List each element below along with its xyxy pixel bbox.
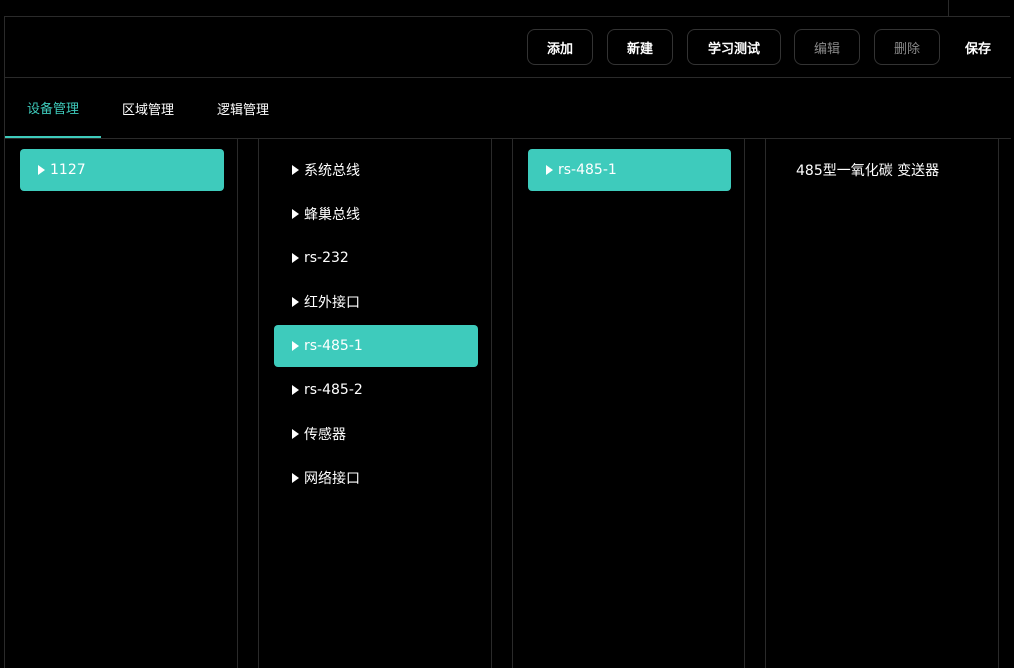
device-detail-column: 485型一氧化碳 变送器 bbox=[765, 139, 999, 668]
list-item-label: 1127 bbox=[50, 162, 86, 178]
device-column: 1127 bbox=[4, 139, 238, 668]
list-item-label: 蜂巢总线 bbox=[304, 207, 360, 223]
add-button[interactable]: 添加 bbox=[527, 29, 593, 65]
caret-right-icon bbox=[292, 473, 299, 483]
tab-logic-management[interactable]: 逻辑管理 bbox=[201, 78, 285, 138]
toolbar: 添加 新建 学习测试 编辑 删除 保存 bbox=[4, 17, 1011, 78]
list-item[interactable]: 蜂巢总线 bbox=[274, 193, 478, 235]
top-strip bbox=[4, 0, 1010, 17]
new-button[interactable]: 新建 bbox=[607, 29, 673, 65]
list-item[interactable]: 传感器 bbox=[274, 413, 478, 455]
list-item-label: rs-232 bbox=[304, 250, 349, 266]
tab-bar: 设备管理 区域管理 逻辑管理 bbox=[4, 78, 1011, 139]
top-strip-cell bbox=[948, 0, 1011, 16]
list-item[interactable]: rs-485-2 bbox=[274, 369, 478, 411]
list-item[interactable]: 系统总线 bbox=[274, 149, 478, 191]
caret-right-icon bbox=[292, 429, 299, 439]
caret-right-icon bbox=[292, 253, 299, 263]
caret-right-icon bbox=[38, 165, 45, 175]
caret-right-icon bbox=[292, 297, 299, 307]
tab-area-management[interactable]: 区域管理 bbox=[105, 78, 191, 138]
delete-button[interactable]: 删除 bbox=[874, 29, 940, 65]
caret-right-icon bbox=[292, 209, 299, 219]
list-item-label: rs-485-1 bbox=[304, 338, 363, 354]
caret-right-icon bbox=[546, 165, 553, 175]
list-item-label: 传感器 bbox=[304, 427, 346, 443]
list-item-label: 网络接口 bbox=[304, 471, 360, 487]
list-item-label: rs-485-1 bbox=[558, 162, 617, 178]
list-item[interactable]: rs-232 bbox=[274, 237, 478, 279]
list-item[interactable]: 1127 bbox=[20, 149, 224, 191]
edit-button[interactable]: 编辑 bbox=[794, 29, 860, 65]
list-item-label: 485型一氧化碳 变送器 bbox=[796, 163, 940, 179]
app-window: 添加 新建 学习测试 编辑 删除 保存 设备管理 区域管理 逻辑管理 1127 … bbox=[0, 0, 1014, 668]
list-item[interactable]: 485型一氧化碳 变送器 bbox=[796, 149, 986, 191]
list-item-label: 红外接口 bbox=[304, 295, 360, 311]
list-item-label: 系统总线 bbox=[304, 163, 360, 179]
tab-device-management[interactable]: 设备管理 bbox=[5, 78, 101, 138]
caret-right-icon bbox=[292, 165, 299, 175]
list-item[interactable]: 网络接口 bbox=[274, 457, 478, 499]
interface-column: 系统总线 蜂巢总线 rs-232 红外接口 rs-485-1 rs-485-2 … bbox=[258, 139, 492, 668]
list-item[interactable]: 红外接口 bbox=[274, 281, 478, 323]
list-item-label: rs-485-2 bbox=[304, 382, 363, 398]
caret-right-icon bbox=[292, 385, 299, 395]
caret-right-icon bbox=[292, 341, 299, 351]
list-item[interactable]: rs-485-1 bbox=[274, 325, 478, 367]
save-button[interactable]: 保存 bbox=[953, 29, 1003, 65]
channel-column: rs-485-1 bbox=[512, 139, 745, 668]
learn-test-button[interactable]: 学习测试 bbox=[687, 29, 781, 65]
list-item[interactable]: rs-485-1 bbox=[528, 149, 731, 191]
